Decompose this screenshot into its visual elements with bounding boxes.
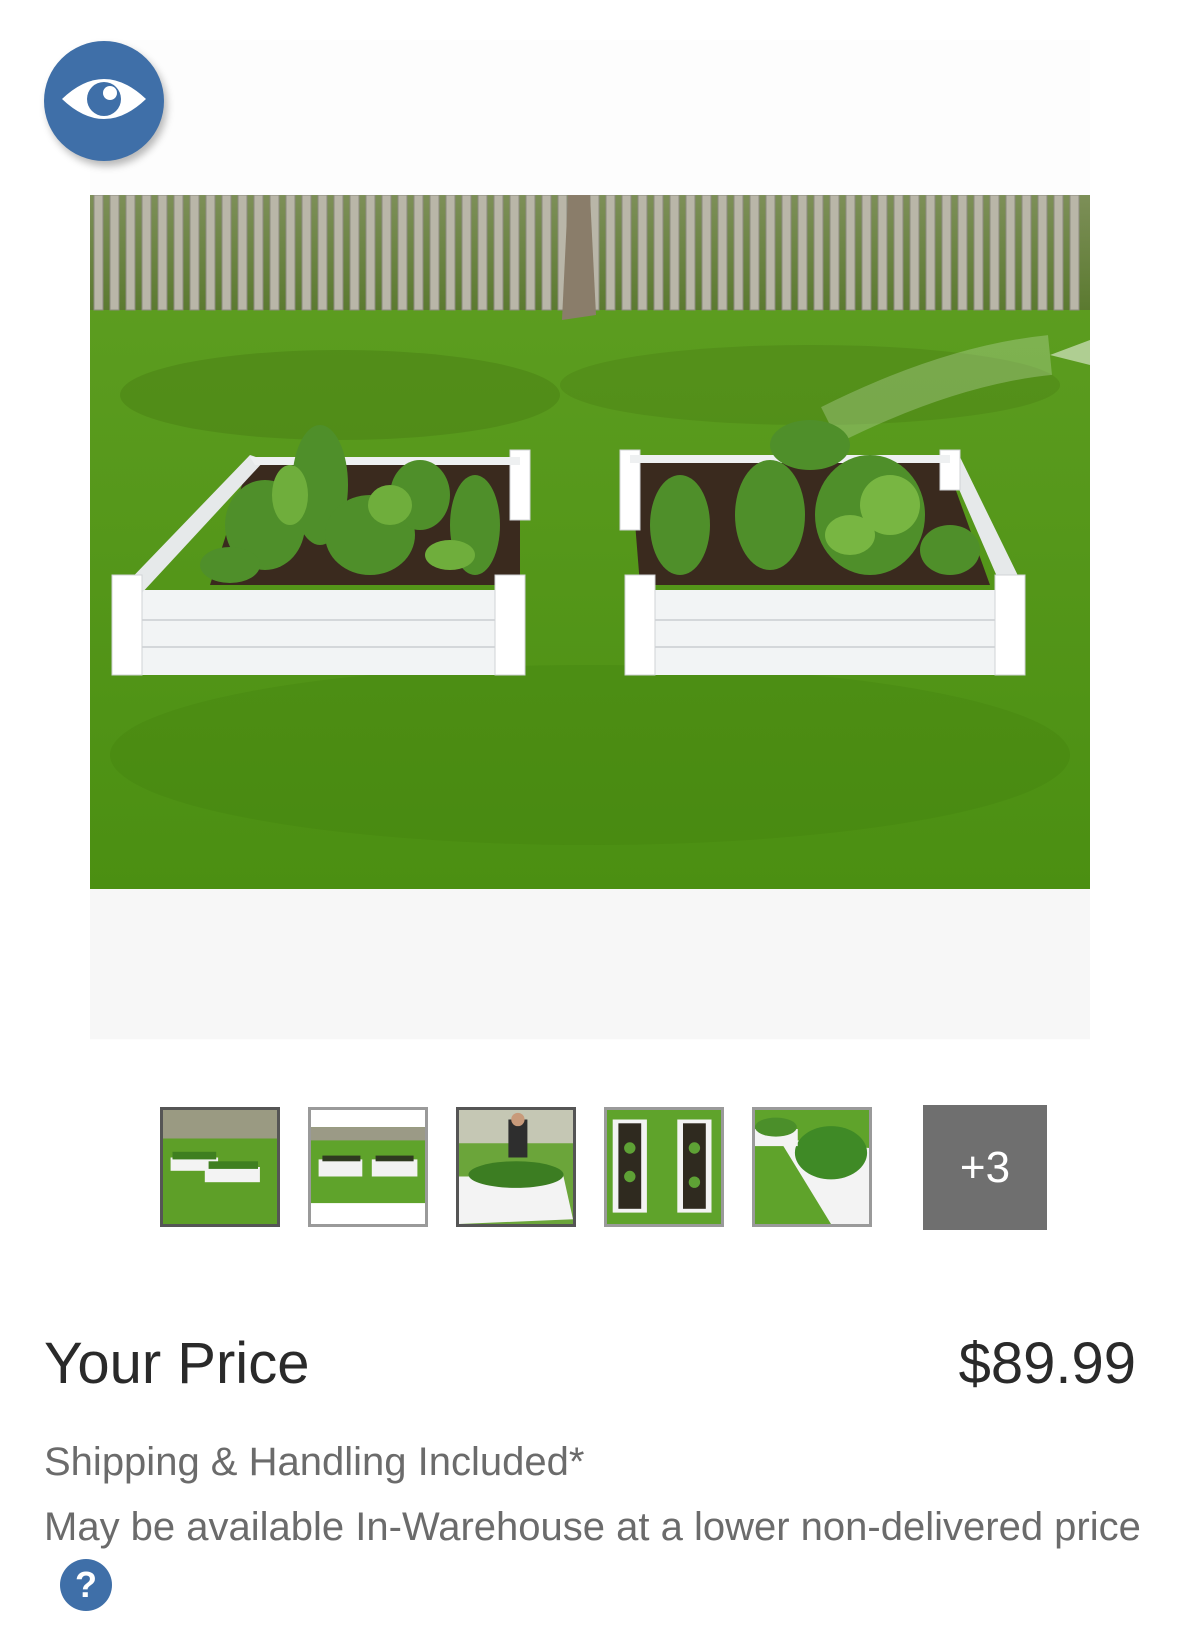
shipping-note: Shipping & Handling Included* xyxy=(44,1440,585,1484)
thumbnail-strip: +3 xyxy=(160,1105,1050,1230)
warehouse-note-block: May be available In-Warehouse at a lower… xyxy=(44,1497,1144,1617)
image-shadow-area xyxy=(90,889,1090,1039)
price-row: Your Price $89.99 xyxy=(44,1330,1136,1400)
price-label: Your Price xyxy=(44,1331,310,1396)
quick-view-button[interactable] xyxy=(44,41,164,161)
more-images-count: +3 xyxy=(959,1142,1011,1192)
warehouse-note: May be available In-Warehouse at a lower… xyxy=(44,1505,1141,1549)
thumbnail-3[interactable] xyxy=(456,1107,576,1227)
more-images-button[interactable]: +3 xyxy=(923,1105,1047,1230)
thumbnail-5[interactable] xyxy=(752,1107,872,1227)
help-icon[interactable]: ? xyxy=(60,1559,112,1612)
thumbnail-4[interactable] xyxy=(604,1107,724,1227)
thumbnail-1[interactable] xyxy=(160,1107,280,1227)
main-product-image[interactable] xyxy=(90,195,1090,889)
thumbnail-2[interactable] xyxy=(308,1107,428,1227)
eye-icon xyxy=(58,69,150,134)
price-value: $89.99 xyxy=(958,1331,1136,1396)
